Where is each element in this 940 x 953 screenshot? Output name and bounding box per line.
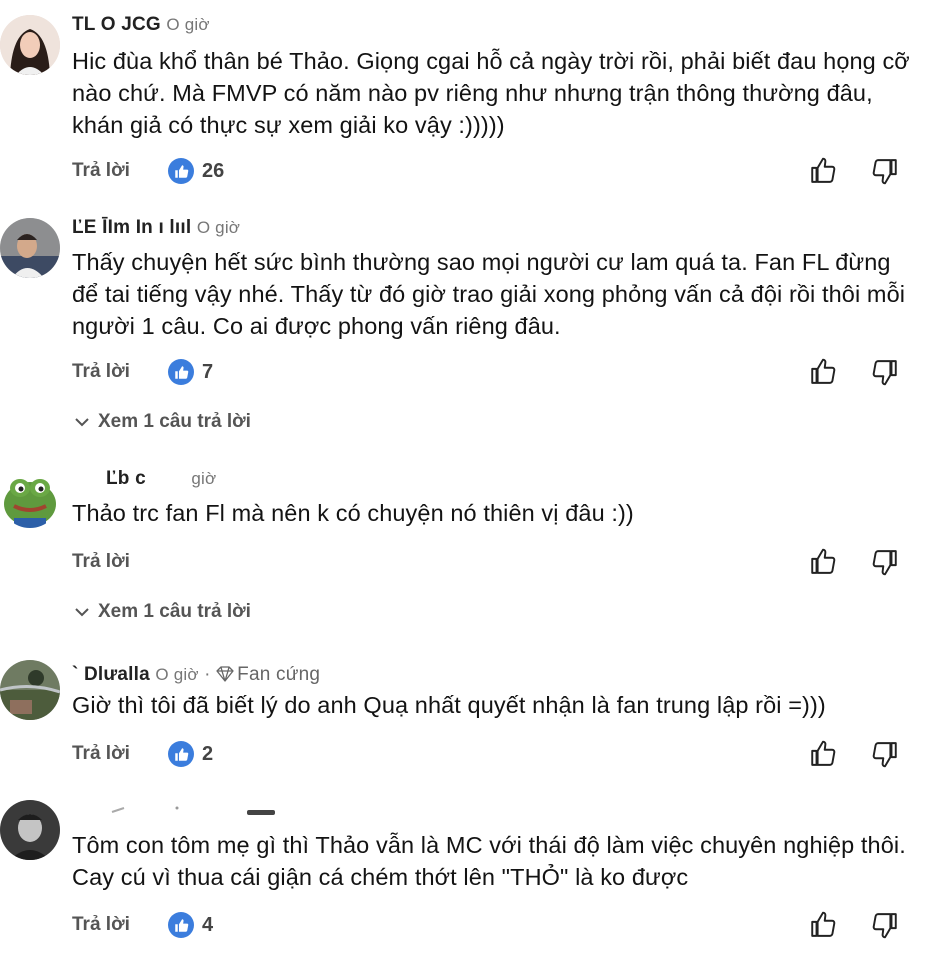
avatar[interactable]	[0, 218, 60, 278]
comment-author[interactable]: ` Dlưalla	[72, 664, 150, 685]
comment-author[interactable]: ĽE ĪIm In ı lııl	[72, 217, 191, 238]
comment-text: Thảo trc fan Fl mà nên k có chuyện nó th…	[72, 500, 634, 526]
reply-button[interactable]: Trả lời	[72, 914, 130, 936]
thumbs-down-icon[interactable]	[872, 158, 898, 191]
comment-actions: Trả lời 2	[72, 739, 902, 773]
redacted-author-marks	[111, 806, 275, 815]
thumbs-down-icon[interactable]	[872, 359, 898, 392]
chevron-down-icon	[75, 418, 89, 427]
thumbs-up-filled-icon	[168, 359, 194, 385]
reply-button[interactable]: Trả lời	[72, 361, 130, 383]
thumbs-up-icon[interactable]	[810, 357, 836, 390]
comment-header	[72, 800, 282, 824]
view-replies-label: Xem 1 câu trả lời	[98, 411, 251, 432]
like-summary[interactable]: 4	[168, 910, 213, 940]
like-summary[interactable]: 2	[168, 739, 213, 769]
comment-time: O giờ	[196, 218, 241, 237]
comment-actions: Trả lời 4	[72, 910, 902, 944]
avatar[interactable]	[0, 468, 60, 528]
like-count: 7	[202, 360, 214, 383]
thumbs-up-filled-icon	[168, 741, 194, 767]
comment-header: Ľb c giờ	[72, 468, 216, 490]
comment-text: Tôm con tôm mẹ gì thì Thảo vẫn là MC với…	[72, 832, 906, 890]
avatar[interactable]	[0, 660, 60, 720]
comment-time: O giờ	[166, 15, 210, 34]
avatar[interactable]	[0, 15, 60, 75]
thumbs-down-icon[interactable]	[872, 912, 898, 945]
fan-badge-label: Fan cứng	[237, 664, 321, 685]
comment-text: Hic đùa khổ thân bé Thảo. Giọng cgai hỗ …	[72, 48, 910, 138]
thumbs-up-icon[interactable]	[810, 739, 836, 772]
thumbs-down-icon[interactable]	[872, 549, 898, 582]
avatar[interactable]	[0, 800, 60, 860]
comment-actions: Trả lời 7	[72, 357, 902, 391]
comment-header: TL O JCG O giờ	[72, 14, 210, 36]
view-replies-button[interactable]: Xem 1 câu trả lời	[74, 411, 251, 433]
thumbs-up-filled-icon	[168, 158, 194, 184]
like-count: 4	[202, 913, 214, 936]
view-replies-label: Xem 1 câu trả lời	[98, 601, 251, 622]
comment-header: ĽE ĪIm In ı lııl O giờ	[72, 217, 240, 239]
comment-text: Thấy chuyện hết sức bình thường sao mọi …	[72, 249, 906, 339]
comment-author[interactable]: Ľb c	[106, 468, 146, 489]
like-summary[interactable]: 26	[168, 156, 224, 186]
comment-actions: Trả lời	[72, 547, 902, 581]
thumbs-up-icon[interactable]	[810, 547, 836, 580]
thumbs-up-icon[interactable]	[810, 910, 836, 943]
comment-time: O giờ	[155, 665, 199, 684]
reply-button[interactable]: Trả lời	[72, 743, 130, 765]
like-count: 2	[202, 742, 214, 765]
comment-time: giờ	[191, 469, 217, 488]
like-summary[interactable]: 7	[168, 357, 213, 387]
comment-author[interactable]: TL O JCG	[72, 14, 161, 35]
comment-actions: Trả lời 26	[72, 156, 902, 190]
diamond-icon	[216, 666, 234, 682]
reply-button[interactable]: Trả lời	[72, 160, 130, 182]
thumbs-up-icon[interactable]	[810, 156, 836, 189]
fan-badge: Fan cứng	[216, 664, 320, 685]
reply-button[interactable]: Trả lời	[72, 551, 130, 573]
chevron-down-icon	[75, 608, 89, 617]
comment-text: Giờ thì tôi đã biết lý do anh Quạ nhất q…	[72, 692, 826, 718]
like-count: 26	[202, 159, 225, 182]
thumbs-down-icon[interactable]	[872, 741, 898, 774]
thumbs-up-filled-icon	[168, 912, 194, 938]
view-replies-button[interactable]: Xem 1 câu trả lời	[74, 601, 251, 623]
comment-header: ` Dlưalla O giờ · Fan cứng	[72, 664, 321, 685]
